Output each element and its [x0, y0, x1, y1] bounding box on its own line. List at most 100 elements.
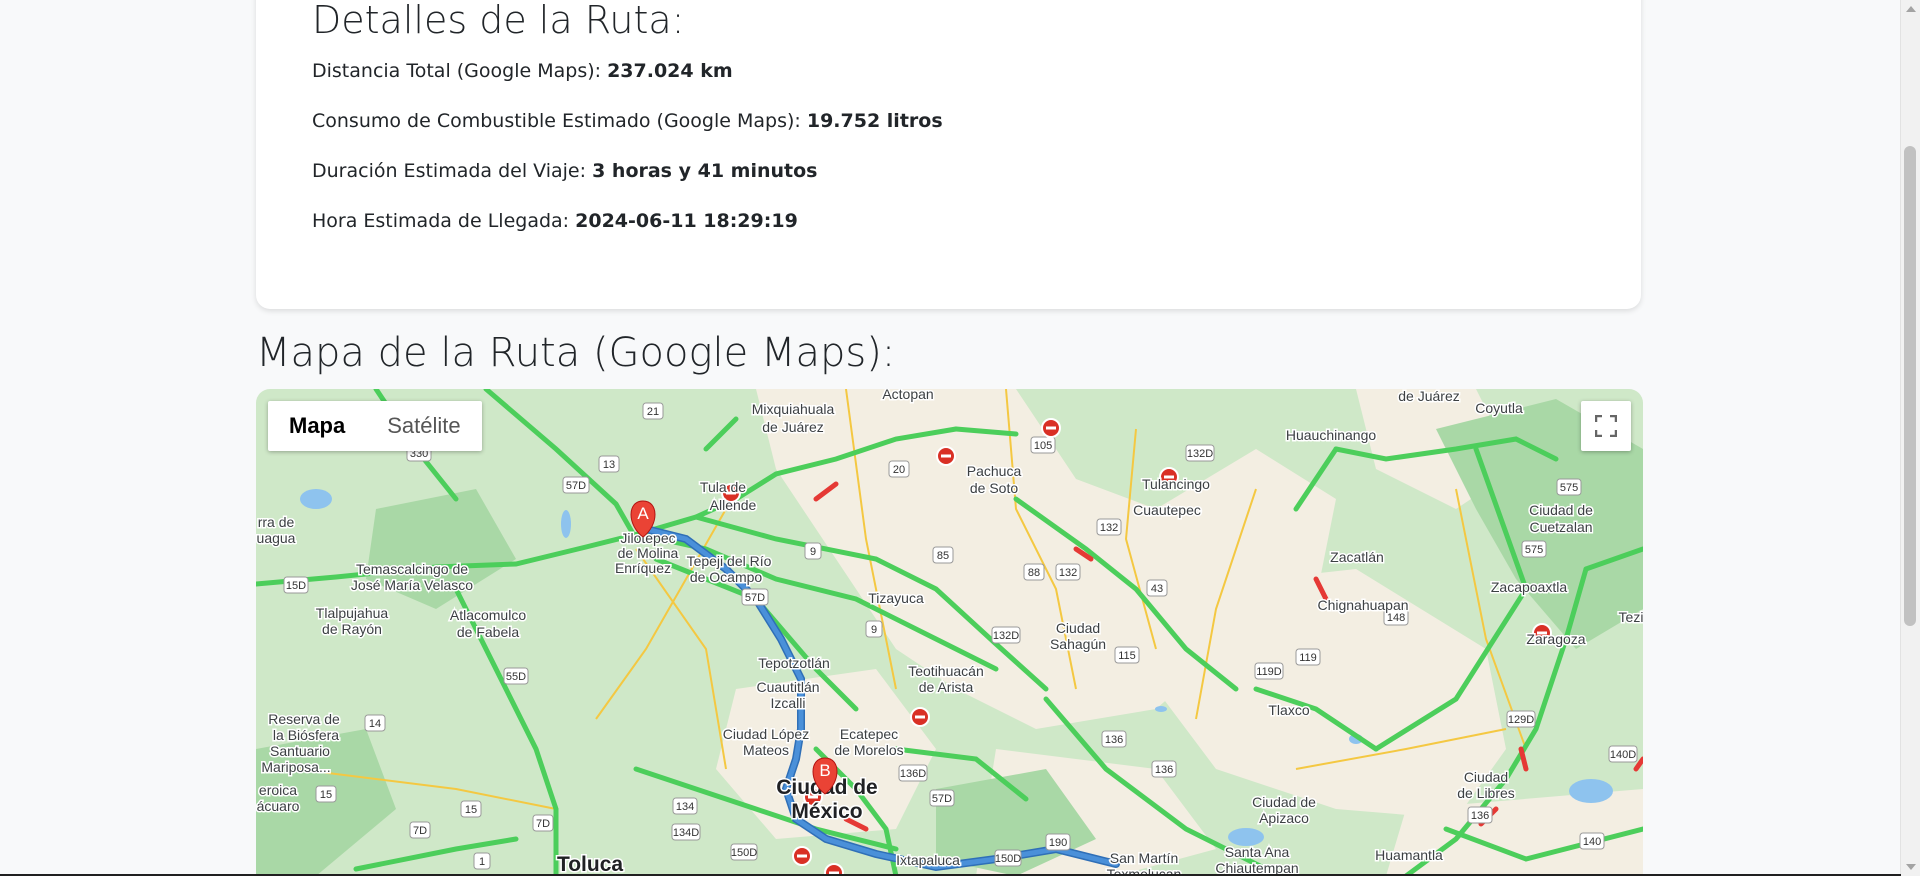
scroll-down-icon[interactable] [1906, 864, 1916, 870]
place-label: rra de [258, 514, 295, 530]
place-label: Ciudad de [1252, 794, 1316, 810]
svg-text:136: 136 [1471, 810, 1489, 822]
place-label: Tlalpujahua [316, 605, 389, 621]
place-label: Tezi [1619, 609, 1643, 625]
place-label: Huamantla [1375, 847, 1443, 863]
place-label: Huauchinango [1286, 427, 1377, 443]
place-label: Atlacomulco [450, 607, 526, 623]
page-scrollbar[interactable] [1900, 0, 1920, 876]
arrival-time-label: Hora Estimada de Llegada: [312, 210, 576, 232]
svg-text:119: 119 [1299, 652, 1317, 664]
svg-text:15: 15 [320, 789, 332, 801]
place-label: Tlaxco [1268, 702, 1309, 718]
place-label: Mateos [743, 742, 789, 758]
place-label: Ciudad [1464, 769, 1508, 785]
place-label: Cuetzalan [1529, 519, 1592, 535]
place-label: Reserva de [268, 711, 340, 727]
origin-marker-label: A [637, 504, 649, 523]
place-label: de Arista [919, 679, 974, 695]
svg-text:9: 9 [810, 546, 816, 558]
place-label: de Libres [1457, 785, 1515, 801]
svg-text:88: 88 [1028, 567, 1040, 579]
svg-text:129D: 129D [1508, 714, 1534, 726]
trip-duration-label: Duración Estimada del Viaje: [312, 160, 593, 182]
svg-text:140: 140 [1583, 836, 1601, 848]
arrival-time-value: 2024-06-11 18:29:19 [575, 210, 798, 232]
svg-text:140D: 140D [1610, 749, 1636, 761]
place-label: de Juárez [762, 419, 823, 435]
place-label: Apizaco [1259, 810, 1309, 826]
place-label: Tepeji del Río [687, 553, 772, 569]
place-label: Ciudad [1056, 620, 1100, 636]
fullscreen-button[interactable] [1581, 401, 1631, 451]
route-details-title: Detalles de la Ruta: [312, 0, 685, 42]
svg-text:575: 575 [1525, 544, 1543, 556]
svg-text:150D: 150D [995, 853, 1021, 865]
svg-text:21: 21 [647, 406, 659, 418]
svg-text:13: 13 [603, 459, 615, 471]
place-label: José María Velasco [351, 577, 473, 593]
svg-text:132D: 132D [1187, 448, 1213, 460]
place-label: Teotihuacán [908, 663, 984, 679]
place-label: de Fabela [457, 624, 519, 640]
scrollbar-thumb[interactable] [1904, 146, 1916, 626]
place-label: San Martín [1110, 850, 1178, 866]
place-label: Pachuca [967, 463, 1022, 479]
svg-text:119D: 119D [1256, 666, 1282, 678]
place-label: Allende [710, 497, 757, 513]
fuel-consumption-value: 19.752 litros [806, 110, 943, 132]
place-label: ácuaro [257, 798, 300, 814]
place-label: Zaragoza [1526, 631, 1585, 647]
place-label: Actopan [882, 389, 933, 402]
place-label: Tizayuca [868, 590, 924, 606]
route-map[interactable]: 21 13 57D 20 105 132D 85 88 132 132 9 9 … [256, 389, 1643, 876]
route-details-card [256, 0, 1641, 309]
svg-text:14: 14 [369, 718, 381, 730]
svg-text:57D: 57D [932, 793, 952, 805]
total-distance-row: Distancia Total (Google Maps): 237.024 k… [312, 60, 733, 82]
trip-duration-row: Duración Estimada del Viaje: 3 horas y 4… [312, 160, 817, 182]
place-label: de Ocampo [690, 569, 763, 585]
place-label: Mixquiahuala [752, 401, 835, 417]
place-label: Toluca [557, 853, 623, 876]
svg-text:134D: 134D [673, 827, 699, 839]
place-label: Coyutla [1475, 400, 1523, 416]
scroll-up-icon[interactable] [1906, 6, 1916, 12]
svg-text:132: 132 [1100, 522, 1118, 534]
svg-text:1: 1 [479, 856, 485, 868]
place-label: uagua [257, 530, 296, 546]
svg-text:132D: 132D [993, 630, 1019, 642]
place-label: Ciudad López [723, 726, 809, 742]
place-label: Ecatepec [840, 726, 898, 742]
place-label: de Soto [970, 480, 1018, 496]
place-label: de Morelos [834, 742, 903, 758]
svg-text:7D: 7D [413, 825, 427, 837]
svg-text:134: 134 [676, 801, 694, 813]
place-label: Santa Ana [1225, 844, 1290, 860]
svg-text:43: 43 [1151, 583, 1163, 595]
map-type-map-button[interactable]: Mapa [268, 401, 366, 451]
destination-marker-label: B [819, 761, 830, 780]
svg-text:136: 136 [1155, 764, 1173, 776]
place-label: Ixtapaluca [896, 852, 960, 868]
place-label: Zacapoaxtla [1491, 579, 1567, 595]
place-label: Temascalcingo de [356, 561, 468, 577]
place-label: Tulancingo [1142, 476, 1210, 492]
place-label: Santuario [270, 743, 330, 759]
svg-text:57D: 57D [566, 480, 586, 492]
svg-text:20: 20 [893, 464, 905, 476]
place-label: de Molina [618, 545, 679, 561]
svg-text:115: 115 [1118, 650, 1136, 662]
total-distance-value: 237.024 km [607, 60, 733, 82]
map-type-control: Mapa Satélite [268, 401, 482, 451]
place-label: Cuautitlán [756, 679, 819, 695]
place-label: México [791, 800, 862, 823]
svg-text:9: 9 [871, 624, 877, 636]
place-label: Tepotzotlán [758, 655, 830, 671]
svg-text:136D: 136D [900, 768, 926, 780]
map-type-satellite-button[interactable]: Satélite [366, 401, 481, 451]
svg-text:150D: 150D [731, 847, 757, 859]
svg-text:55D: 55D [506, 671, 526, 683]
svg-text:15D: 15D [286, 580, 306, 592]
map-canvas[interactable]: 21 13 57D 20 105 132D 85 88 132 132 9 9 … [256, 389, 1643, 876]
